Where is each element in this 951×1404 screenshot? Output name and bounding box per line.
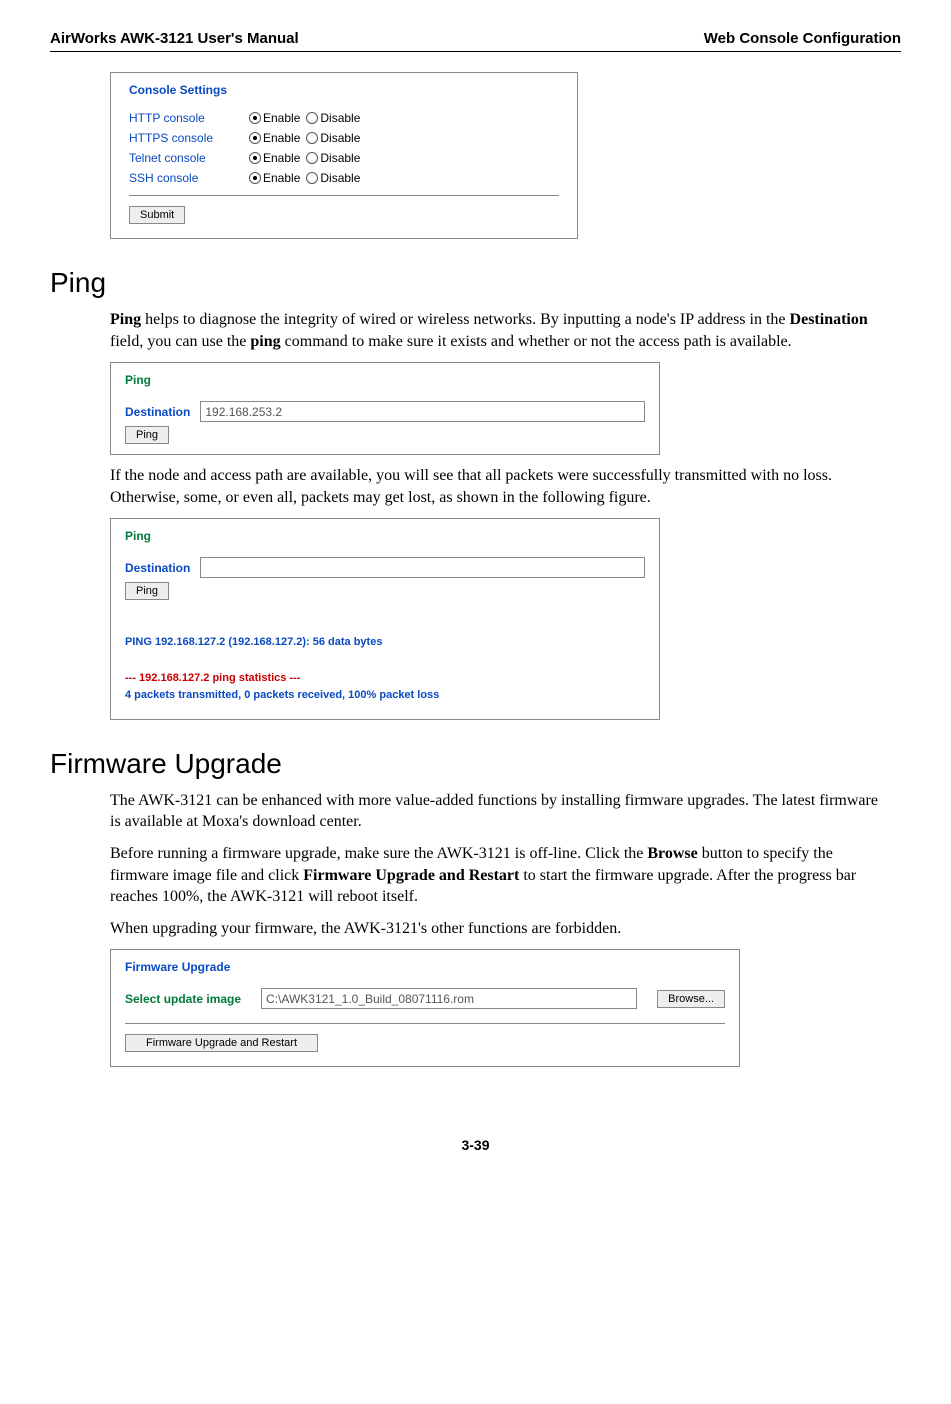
ping-intro-text: Ping helps to diagnose the integrity of …: [110, 309, 891, 352]
ping-mid-text: If the node and access path are availabl…: [110, 465, 891, 508]
select-image-label: Select update image: [125, 992, 241, 1006]
console-label: HTTP console: [129, 111, 249, 125]
radio-enable[interactable]: Enable: [249, 151, 300, 165]
destination-label: Destination: [125, 405, 190, 419]
firmware-panel-title: Firmware Upgrade: [125, 960, 725, 974]
firmware-panel: Firmware Upgrade Select update image Bro…: [110, 949, 740, 1067]
ping-panel: Ping Destination Ping: [110, 362, 660, 455]
console-row-telnet: Telnet console Enable Disable: [129, 151, 559, 165]
destination-label: Destination: [125, 561, 190, 575]
radio-disable[interactable]: Disable: [306, 151, 360, 165]
ping-button[interactable]: Ping: [125, 426, 169, 444]
radio-enable[interactable]: Enable: [249, 171, 300, 185]
divider: [125, 1023, 725, 1024]
header-right: Web Console Configuration: [704, 30, 901, 47]
console-row-https: HTTPS console Enable Disable: [129, 131, 559, 145]
console-label: SSH console: [129, 171, 249, 185]
destination-input[interactable]: [200, 401, 645, 422]
page-number: 3-39: [50, 1137, 901, 1153]
radio-disable[interactable]: Disable: [306, 171, 360, 185]
firmware-body-text: The AWK-3121 can be enhanced with more v…: [110, 790, 891, 940]
browse-button[interactable]: Browse...: [657, 990, 725, 1008]
radio-enable[interactable]: Enable: [249, 111, 300, 125]
submit-button[interactable]: Submit: [129, 206, 185, 224]
ping-result-panel: Ping Destination Ping PING 192.168.127.2…: [110, 518, 660, 719]
radio-disable[interactable]: Disable: [306, 111, 360, 125]
radio-enable[interactable]: Enable: [249, 131, 300, 145]
console-settings-panel: Console Settings HTTP console Enable Dis…: [110, 72, 578, 239]
console-settings-title: Console Settings: [129, 83, 559, 97]
ping-button[interactable]: Ping: [125, 582, 169, 600]
firmware-heading: Firmware Upgrade: [50, 748, 901, 780]
ping-panel-title: Ping: [125, 529, 645, 543]
ping-panel-title: Ping: [125, 373, 645, 387]
console-label: HTTPS console: [129, 131, 249, 145]
page-header: AirWorks AWK-3121 User's Manual Web Cons…: [50, 30, 901, 47]
header-left: AirWorks AWK-3121 User's Manual: [50, 30, 299, 47]
ping-result-text: PING 192.168.127.2 (192.168.127.2): 56 d…: [125, 634, 645, 704]
firmware-upgrade-button[interactable]: Firmware Upgrade and Restart: [125, 1034, 318, 1052]
destination-input[interactable]: [200, 557, 645, 578]
firmware-file-input[interactable]: [261, 988, 637, 1009]
ping-heading: Ping: [50, 267, 901, 299]
divider: [129, 195, 559, 196]
console-row-http: HTTP console Enable Disable: [129, 111, 559, 125]
header-rule: [50, 51, 901, 52]
console-row-ssh: SSH console Enable Disable: [129, 171, 559, 185]
radio-disable[interactable]: Disable: [306, 131, 360, 145]
console-label: Telnet console: [129, 151, 249, 165]
